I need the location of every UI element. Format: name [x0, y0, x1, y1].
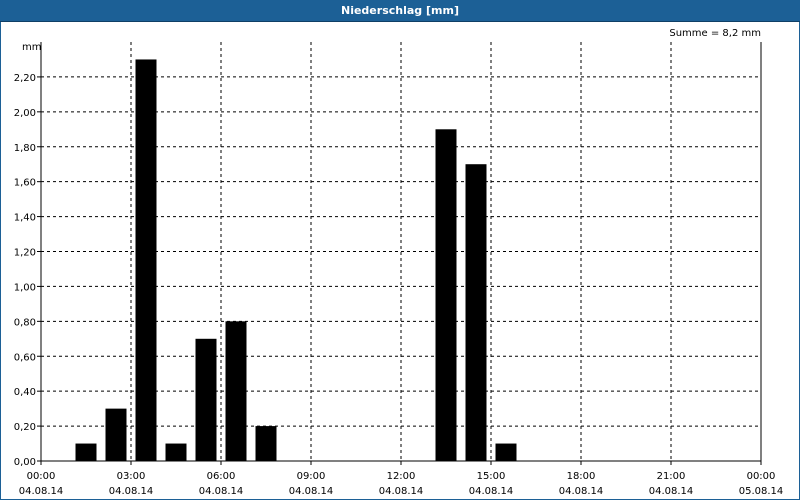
- y-tick-label: 0,00: [14, 457, 36, 468]
- y-tick-label: 0,80: [14, 317, 36, 328]
- x-tick-time-label: 21:00: [657, 471, 686, 482]
- x-tick-date-label: 04.08.14: [469, 486, 514, 497]
- x-tick-time-label: 09:00: [297, 471, 326, 482]
- x-tick-date-label: 04.08.14: [379, 486, 424, 497]
- bar: [435, 129, 457, 461]
- x-tick-date-label: 04.08.14: [109, 486, 154, 497]
- y-tick-label: 2,20: [14, 73, 36, 84]
- x-tick-time-label: 15:00: [477, 471, 506, 482]
- y-tick-labels: 0,00 0,20 0,40 0,60 0,80 1,00 1,20 1,40 1,60 1,80…: [14, 73, 36, 468]
- bar: [225, 321, 247, 461]
- bar: [255, 426, 277, 461]
- bar: [135, 59, 157, 461]
- precipitation-chart: mm Summe = 8,2 mm 0,00 0,20 0,40 0,60 0,80 1,…: [14, 28, 784, 497]
- y-tick-label: 0,20: [14, 422, 36, 433]
- x-tick-date-label: 04.08.14: [559, 486, 604, 497]
- y-axis-unit-label: mm: [22, 42, 41, 53]
- y-tick-label: 1,60: [14, 178, 36, 189]
- y-tick-label: 2,00: [14, 108, 36, 119]
- x-tick-time-label: 03:00: [117, 471, 146, 482]
- x-tick-labels: 00:00 04.08.14 03:00 04.08.14 06:00 04.08.14 0…: [19, 471, 784, 497]
- x-tick-date-label: 04.08.14: [199, 486, 244, 497]
- y-tick-label: 1,20: [14, 248, 36, 259]
- y-tick-label: 1,80: [14, 143, 36, 154]
- x-tick-date-label: 04.08.14: [649, 486, 694, 497]
- y-tick-label: 1,40: [14, 213, 36, 224]
- bar: [75, 443, 97, 461]
- bar: [105, 408, 127, 461]
- y-tick-label: 0,60: [14, 352, 36, 363]
- x-tick-time-label: 12:00: [387, 471, 416, 482]
- bar: [195, 338, 217, 461]
- x-tick-time-label: 06:00: [207, 471, 236, 482]
- y-tick-label: 0,40: [14, 387, 36, 398]
- y-tick-label: 1,00: [14, 282, 36, 293]
- x-tick-time-label: 00:00: [27, 471, 56, 482]
- bar: [165, 443, 187, 461]
- bar: [465, 164, 487, 462]
- x-tick-date-label: 05.08.14: [739, 486, 784, 497]
- x-tick-date-label: 04.08.14: [19, 486, 64, 497]
- bar-series: [75, 59, 517, 462]
- x-tick-date-label: 04.08.14: [289, 486, 334, 497]
- x-tick-time-label: 18:00: [567, 471, 596, 482]
- bar: [495, 443, 517, 461]
- x-tick-time-label: 00:00: [747, 471, 776, 482]
- sum-annotation: Summe = 8,2 mm: [669, 28, 761, 39]
